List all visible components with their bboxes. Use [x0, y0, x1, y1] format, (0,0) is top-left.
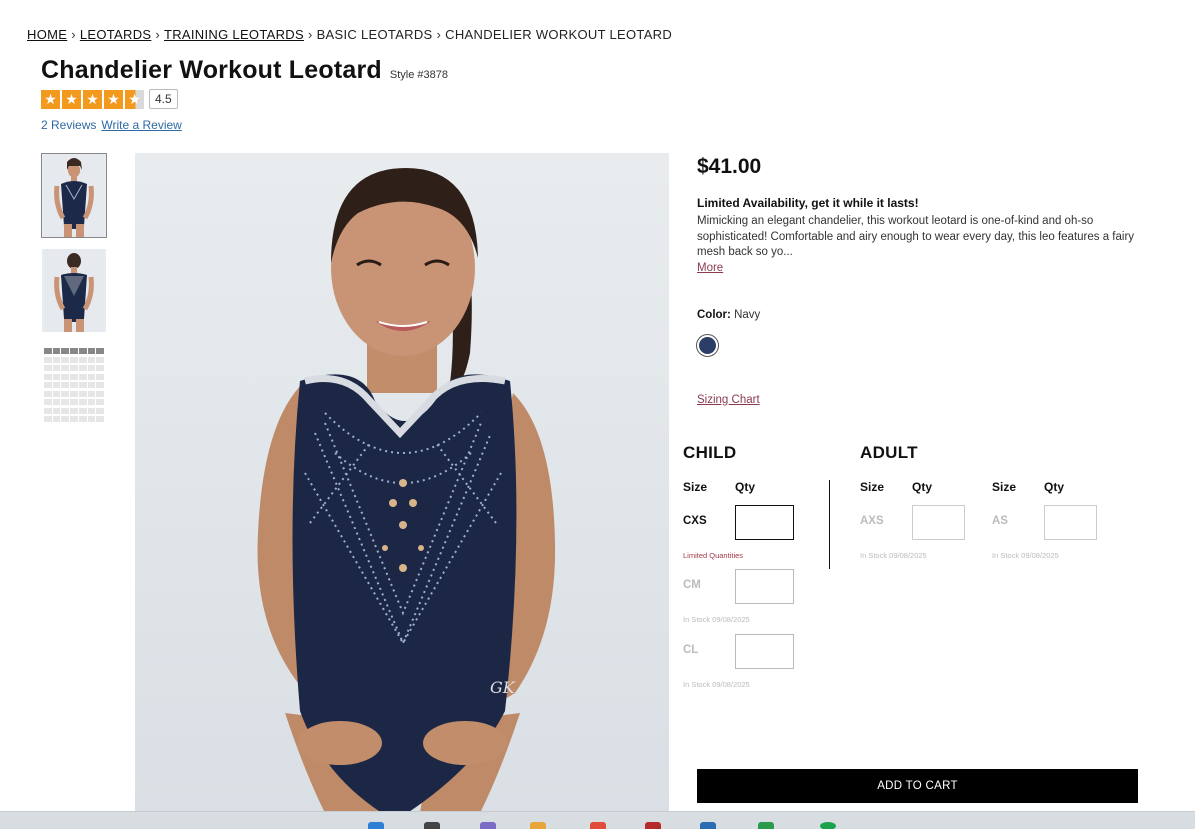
windows-start-icon[interactable] — [368, 822, 384, 829]
qty-column-header: Qty — [912, 480, 933, 494]
size-column-header: Size — [992, 480, 1017, 494]
size-chart-preview — [44, 348, 104, 424]
app-icon[interactable] — [758, 822, 774, 829]
thumbnail-back-image — [44, 249, 104, 332]
breadcrumb-separator: › — [307, 27, 313, 42]
breadcrumb-separator: › — [436, 27, 442, 42]
thumbnail-front[interactable] — [41, 153, 107, 238]
breadcrumb-basic-leotards: BASIC LEOTARDS — [316, 27, 433, 42]
size-label-cm: CM — [683, 579, 701, 591]
color-swatch-navy[interactable] — [696, 334, 719, 357]
rating-value: 4.5 — [149, 89, 178, 109]
breadcrumb-leotards[interactable]: LEOTARDS — [80, 27, 152, 42]
swatch-fill — [699, 337, 716, 354]
qty-input-as[interactable] — [1044, 505, 1097, 540]
color-label: Color: Navy — [697, 309, 760, 321]
os-taskbar — [0, 811, 1195, 829]
stock-note-as: In Stock 09/08/2025 — [992, 551, 1059, 560]
breadcrumb-separator: › — [71, 27, 76, 42]
stock-note-cm: In Stock 09/08/2025 — [683, 615, 750, 624]
app-icon[interactable] — [480, 822, 496, 829]
sizing-chart-link[interactable]: Sizing Chart — [697, 394, 760, 406]
product-description: Mimicking an elegant chandelier, this wo… — [697, 215, 1135, 258]
breadcrumb-current: CHANDELIER WORKOUT LEOTARD — [445, 27, 673, 42]
stock-note-axs: In Stock 09/08/2025 — [860, 551, 927, 560]
product-title: Chandelier Workout Leotard — [41, 56, 382, 84]
search-icon[interactable] — [424, 822, 440, 829]
product-title-row: Chandelier Workout Leotard Style #3878 — [41, 56, 448, 85]
product-price: $41.00 — [697, 155, 762, 178]
folder-icon[interactable] — [530, 822, 546, 829]
stock-note-cl: In Stock 09/08/2025 — [683, 680, 750, 689]
style-number: Style #3878 — [389, 69, 448, 81]
color-value: Navy — [734, 309, 761, 321]
half-star-icon: ★ — [125, 89, 144, 109]
qty-column-header: Qty — [735, 480, 756, 494]
adult-size-heading: ADULT — [860, 443, 918, 462]
leotard-model-image: GK — [135, 153, 669, 813]
qty-input-axs[interactable] — [912, 505, 965, 540]
write-review-link[interactable]: Write a Review — [101, 118, 181, 132]
qty-input-cm[interactable] — [735, 569, 794, 604]
size-label-as: AS — [992, 515, 1008, 527]
star-icon: ★ — [104, 89, 123, 109]
reviews-links: 2 Reviews Write a Review — [41, 118, 182, 132]
app-icon[interactable] — [645, 822, 661, 829]
stock-note-cxs: Limited Quantities — [683, 551, 744, 560]
breadcrumb-training-leotards[interactable]: TRAINING LEOTARDS — [164, 27, 304, 42]
breadcrumb-home[interactable]: HOME — [27, 27, 67, 42]
product-main-image[interactable]: GK — [135, 153, 669, 813]
breadcrumb: HOME › LEOTARDS › TRAINING LEOTARDS › BASIC LE… — [27, 27, 672, 42]
thumbnail-gallery — [41, 153, 107, 428]
qty-input-cl[interactable] — [735, 634, 794, 669]
thumbnail-back[interactable] — [41, 248, 107, 333]
add-to-cart-button[interactable]: ADD TO CART — [697, 769, 1138, 803]
star-icon: ★ — [62, 89, 81, 109]
star-icon: ★ — [41, 89, 60, 109]
size-column-header: Size — [860, 480, 885, 494]
availability-headline: Limited Availability, get it while it la… — [697, 196, 919, 210]
size-label-cxs: CXS — [683, 515, 707, 527]
app-icon[interactable] — [700, 822, 716, 829]
thumbnail-front-image — [44, 154, 104, 237]
svg-text:GK: GK — [490, 678, 516, 697]
star-icon: ★ — [83, 89, 102, 109]
size-label-axs: AXS — [860, 515, 884, 527]
more-link[interactable]: More — [697, 262, 723, 274]
size-label-cl: CL — [683, 644, 699, 656]
size-group-divider — [829, 480, 830, 569]
qty-input-cxs[interactable] — [735, 505, 794, 540]
qty-column-header: Qty — [1044, 480, 1065, 494]
reviews-count-link[interactable]: 2 Reviews — [41, 118, 96, 132]
star-rating[interactable]: ★ ★ ★ ★ ★ 4.5 — [41, 89, 178, 109]
thumbnail-size-chart[interactable] — [41, 343, 107, 428]
child-size-heading: CHILD — [683, 443, 737, 462]
size-column-header: Size — [683, 480, 708, 494]
browser-icon[interactable] — [590, 822, 606, 829]
check-icon[interactable] — [820, 822, 836, 829]
breadcrumb-separator: › — [155, 27, 160, 42]
color-label-key: Color: — [697, 309, 731, 321]
